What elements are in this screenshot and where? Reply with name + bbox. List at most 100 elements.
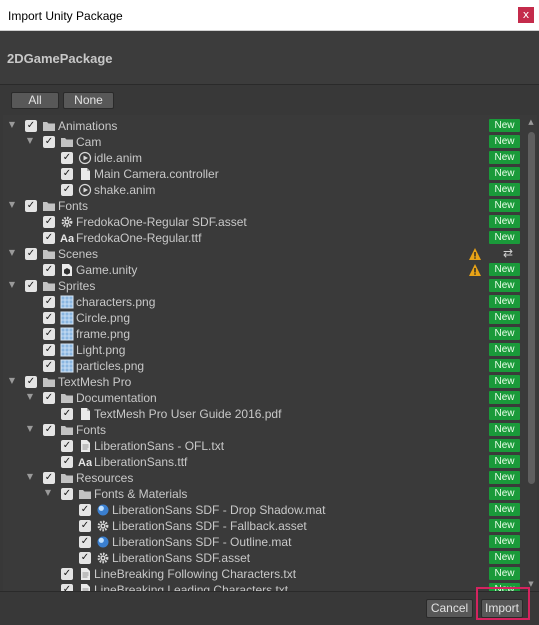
tree-row[interactable]: ✓ Game.unity New <box>3 262 525 278</box>
tree-item-label: FredokaOne-Regular SDF.asset <box>76 215 247 229</box>
include-checkbox[interactable]: ✓ <box>43 232 55 244</box>
include-checkbox[interactable]: ✓ <box>43 216 55 228</box>
new-badge: New <box>489 135 520 148</box>
tree-row[interactable]: ✓ LiberationSans SDF - Drop Shadow.mat New <box>3 502 525 518</box>
tree-row[interactable]: ▼ ✓ Fonts New <box>3 422 525 438</box>
include-checkbox[interactable]: ✓ <box>61 408 73 420</box>
include-checkbox[interactable]: ✓ <box>25 120 37 132</box>
tree-row[interactable]: ✓ Light.png New <box>3 342 525 358</box>
tree-item-label: Fonts & Materials <box>94 487 188 501</box>
include-checkbox[interactable]: ✓ <box>61 440 73 452</box>
tree-scrollbar[interactable]: ▲ ▼ <box>525 115 537 591</box>
tree-row[interactable]: ▼ ✓ Cam New <box>3 134 525 150</box>
expand-arrow-icon[interactable]: ▼ <box>25 472 35 482</box>
cancel-button[interactable]: Cancel <box>426 599 473 618</box>
tree-row[interactable]: ▼ ✓ Fonts & Materials New <box>3 486 525 502</box>
expand-arrow-icon[interactable]: ▼ <box>25 136 35 146</box>
tree-row[interactable]: ▼ ✓ Sprites New <box>3 278 525 294</box>
tree-item-label: shake.anim <box>94 183 156 197</box>
include-checkbox[interactable]: ✓ <box>25 376 37 388</box>
tree-row[interactable]: ✓ TextMesh Pro User Guide 2016.pdf New <box>3 406 525 422</box>
include-checkbox[interactable]: ✓ <box>61 168 73 180</box>
include-checkbox[interactable]: ✓ <box>43 392 55 404</box>
tree-row[interactable]: ▼ ✓ Scenes ⇄ <box>3 246 525 262</box>
scrollbar-thumb[interactable] <box>528 132 535 484</box>
tree-row[interactable]: ✓ Aa LiberationSans.ttf New <box>3 454 525 470</box>
include-checkbox[interactable]: ✓ <box>43 472 55 484</box>
tree-row[interactable]: ✓ LiberationSans SDF - Fallback.asset New <box>3 518 525 534</box>
tree-item-label: LiberationSans.ttf <box>94 455 188 469</box>
include-checkbox[interactable]: ✓ <box>43 344 55 356</box>
include-checkbox[interactable]: ✓ <box>79 536 91 548</box>
include-checkbox[interactable]: ✓ <box>25 280 37 292</box>
include-checkbox[interactable]: ✓ <box>79 552 91 564</box>
tree-item-label: LiberationSans SDF - Outline.mat <box>112 535 292 549</box>
include-checkbox[interactable]: ✓ <box>61 568 73 580</box>
new-badge: New <box>489 327 520 340</box>
tree-row[interactable]: ✓ LiberationSans SDF.asset New <box>3 550 525 566</box>
select-all-button[interactable]: All <box>11 92 59 109</box>
include-checkbox[interactable]: ✓ <box>43 296 55 308</box>
tree-row[interactable]: ✓ Circle.png New <box>3 310 525 326</box>
include-checkbox[interactable]: ✓ <box>61 184 73 196</box>
include-checkbox[interactable]: ✓ <box>61 584 73 591</box>
include-checkbox[interactable]: ✓ <box>43 312 55 324</box>
tree-row[interactable]: ▼ ✓ Animations New <box>3 118 525 134</box>
tree-item-label: LiberationSans SDF - Fallback.asset <box>112 519 307 533</box>
tree-row[interactable]: ✓ particles.png New <box>3 358 525 374</box>
tree-item-label: LiberationSans - OFL.txt <box>94 439 225 453</box>
include-checkbox[interactable]: ✓ <box>43 136 55 148</box>
tree-row[interactable]: ✓ Aa FredokaOne-Regular.ttf New <box>3 230 525 246</box>
expand-arrow-icon[interactable]: ▼ <box>7 376 17 386</box>
expand-arrow-icon[interactable]: ▼ <box>7 248 17 258</box>
tree-row[interactable]: ✓ LineBreaking Leading Characters.txt New <box>3 582 525 591</box>
select-none-button[interactable]: None <box>63 92 114 109</box>
expand-arrow-icon[interactable]: ▼ <box>7 200 17 210</box>
include-checkbox[interactable]: ✓ <box>61 488 73 500</box>
include-checkbox[interactable]: ✓ <box>43 360 55 372</box>
svg-text:Aa: Aa <box>78 457 92 469</box>
include-checkbox[interactable]: ✓ <box>25 248 37 260</box>
expand-arrow-icon[interactable]: ▼ <box>43 488 53 498</box>
include-checkbox[interactable]: ✓ <box>79 520 91 532</box>
include-checkbox[interactable]: ✓ <box>61 456 73 468</box>
tree-item-label: TextMesh Pro <box>58 375 132 389</box>
new-badge: New <box>489 263 520 276</box>
tree-row[interactable]: ✓ frame.png New <box>3 326 525 342</box>
scroll-up-icon[interactable]: ▲ <box>525 118 537 126</box>
include-checkbox[interactable]: ✓ <box>43 424 55 436</box>
new-badge: New <box>489 311 520 324</box>
tree-row[interactable]: ✓ FredokaOne-Regular SDF.asset New <box>3 214 525 230</box>
tree-row[interactable]: ✓ LiberationSans - OFL.txt New <box>3 438 525 454</box>
include-checkbox[interactable]: ✓ <box>79 504 91 516</box>
tree-item-label: FredokaOne-Regular.ttf <box>76 231 202 245</box>
tree-row[interactable]: ✓ LineBreaking Following Characters.txt Ne… <box>3 566 525 582</box>
include-checkbox[interactable]: ✓ <box>25 200 37 212</box>
tree-item-label: idle.anim <box>94 151 143 165</box>
tree-item-label: LineBreaking Following Characters.txt <box>94 567 297 581</box>
tree-row[interactable]: ✓ shake.anim New <box>3 182 525 198</box>
include-checkbox[interactable]: ✓ <box>61 152 73 164</box>
new-badge: New <box>489 519 520 532</box>
include-checkbox[interactable]: ✓ <box>43 328 55 340</box>
include-checkbox[interactable]: ✓ <box>43 264 55 276</box>
tree-row[interactable]: ✓ LiberationSans SDF - Outline.mat New <box>3 534 525 550</box>
tree-row[interactable]: ✓ characters.png New <box>3 294 525 310</box>
font-icon: Aa <box>78 455 93 469</box>
folder-icon <box>42 279 56 293</box>
tree-item-label: Documentation <box>76 391 157 405</box>
new-badge: New <box>489 279 520 292</box>
expand-arrow-icon[interactable]: ▼ <box>7 120 17 130</box>
sprite-icon <box>60 295 74 309</box>
expand-arrow-icon[interactable]: ▼ <box>25 392 35 402</box>
tree-row[interactable]: ▼ ✓ Documentation New <box>3 390 525 406</box>
close-icon[interactable]: x <box>518 7 534 23</box>
new-badge: New <box>489 535 520 548</box>
tree-row[interactable]: ✓ idle.anim New <box>3 150 525 166</box>
tree-row[interactable]: ▼ ✓ Resources New <box>3 470 525 486</box>
tree-row[interactable]: ▼ ✓ Fonts New <box>3 198 525 214</box>
expand-arrow-icon[interactable]: ▼ <box>25 424 35 434</box>
tree-row[interactable]: ▼ ✓ TextMesh Pro New <box>3 374 525 390</box>
tree-row[interactable]: ✓ Main Camera.controller New <box>3 166 525 182</box>
expand-arrow-icon[interactable]: ▼ <box>7 280 17 290</box>
